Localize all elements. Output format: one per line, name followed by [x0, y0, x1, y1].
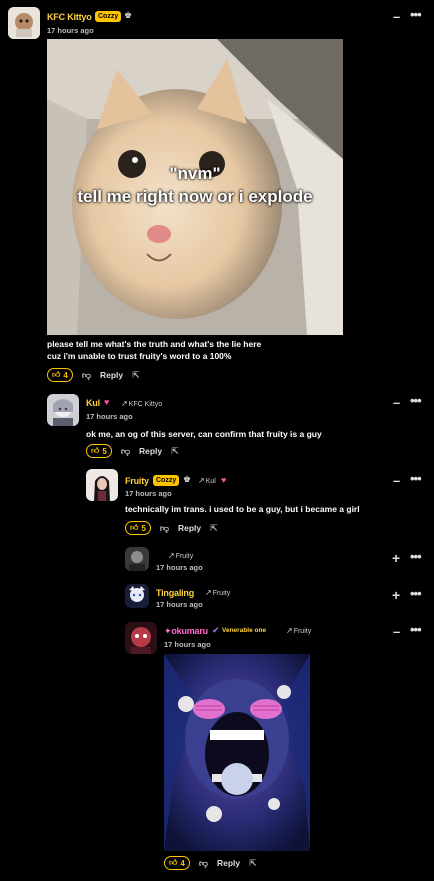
username[interactable]: Fruity: [125, 476, 149, 486]
username[interactable]: Kul: [86, 398, 100, 408]
like-button[interactable]: 👍︎ 5: [86, 444, 112, 458]
staff-icon: ♚: [183, 474, 192, 484]
reply-button[interactable]: Reply: [178, 523, 201, 533]
thumbs-up-icon: 👍︎: [52, 370, 61, 379]
avatar[interactable]: [8, 7, 40, 39]
more-dots-icon[interactable]: •••: [410, 8, 422, 21]
avatar[interactable]: [125, 622, 157, 654]
reply-to-label[interactable]: ↗Fruity: [168, 551, 193, 560]
share-icon[interactable]: ⇱: [249, 858, 257, 869]
comment-actions: 👍︎ 5 👎︎ Reply ⇱: [86, 444, 179, 458]
more-dots-icon[interactable]: •••: [410, 587, 422, 600]
more-dots-icon[interactable]: •••: [410, 472, 422, 485]
thumbs-up-icon: 👍︎: [130, 523, 139, 532]
verified-icon: ✔: [212, 625, 220, 635]
reply-to-label[interactable]: ↗Fruity: [205, 588, 230, 597]
username[interactable]: ✦okumaru: [164, 626, 208, 637]
minus-icon[interactable]: –: [393, 625, 400, 638]
meme-caption-top: "nvm": [169, 164, 221, 183]
minus-icon[interactable]: –: [393, 474, 400, 487]
more-dots-icon[interactable]: •••: [410, 623, 422, 636]
share-icon[interactable]: ⇱: [132, 370, 140, 381]
comment-text-line: ok me, an og of this server, can confirm…: [86, 429, 322, 439]
avatar[interactable]: [47, 394, 79, 426]
attached-image[interactable]: [164, 654, 310, 851]
reply-arrow-icon: ↗: [205, 588, 212, 597]
role-badge: Cozzy: [153, 475, 180, 486]
reply-to-label[interactable]: ↗Kul: [198, 476, 216, 485]
reply-arrow-icon: ↗: [121, 399, 128, 408]
reply-arrow-icon: ↗: [286, 626, 293, 635]
reply-arrow-icon: ↗: [198, 476, 205, 485]
comment-actions: 👍︎ 4 👎︎ Reply ⇱: [164, 856, 257, 870]
heart-icon: ♥: [104, 397, 110, 407]
like-button[interactable]: 👍︎ 5: [125, 521, 151, 535]
meme-caption-bottom: tell me right now or i explode: [77, 187, 313, 206]
like-count: 4: [63, 370, 68, 380]
heart-icon: ♥: [221, 475, 227, 485]
thumbs-down-icon[interactable]: 👎︎: [82, 370, 91, 381]
avatar[interactable]: [86, 469, 118, 501]
thumbs-down-icon[interactable]: 👎︎: [121, 446, 130, 457]
minus-icon[interactable]: –: [393, 396, 400, 409]
like-count: 5: [102, 446, 107, 456]
comment-okumaru: ✦okumaru ✔ Venerable one ↗Fruity 17 hour…: [0, 618, 434, 881]
username[interactable]: KFC Kittyo: [47, 12, 92, 22]
timestamp: 17 hours ago: [125, 489, 172, 498]
comment-text-line: technically im trans. i used to be a guy…: [125, 504, 360, 514]
user-flair: Venerable one: [222, 627, 267, 634]
comment-actions: 👍︎ 5 👎︎ Reply ⇱: [125, 521, 218, 535]
like-button[interactable]: 👍︎ 4: [47, 368, 73, 382]
reply-arrow-icon: ↗: [168, 551, 175, 560]
share-icon[interactable]: ⇱: [171, 446, 179, 457]
thumbs-down-icon[interactable]: 👎︎: [160, 523, 169, 534]
username[interactable]: Tingaling: [156, 588, 194, 598]
reply-button[interactable]: Reply: [217, 858, 240, 868]
comment-collapsed-1[interactable]: ↗Fruity 17 hours ago + •••: [0, 545, 434, 580]
staff-icon: ♚: [124, 10, 133, 20]
timestamp: 17 hours ago: [156, 563, 203, 572]
reply-button[interactable]: Reply: [139, 446, 162, 456]
plus-icon[interactable]: +: [392, 551, 400, 565]
avatar[interactable]: [125, 547, 149, 571]
attached-image[interactable]: "nvm" tell me right now or i explode: [47, 39, 343, 335]
like-count: 5: [141, 523, 146, 533]
more-dots-icon[interactable]: •••: [410, 394, 422, 407]
like-count: 4: [180, 858, 185, 868]
like-button[interactable]: 👍︎ 4: [164, 856, 190, 870]
thumbs-down-icon[interactable]: 👎︎: [199, 858, 208, 869]
timestamp: 17 hours ago: [47, 26, 94, 35]
more-dots-icon[interactable]: •••: [410, 550, 422, 563]
timestamp: 17 hours ago: [86, 412, 133, 421]
timestamp: 17 hours ago: [164, 640, 211, 649]
reply-to-label[interactable]: ↗KFC Kittyo: [121, 399, 162, 408]
comment-kfc-kittyo: KFC Kittyo Cozzy ♚ 17 hours ago – ••• "n…: [0, 0, 434, 390]
thumbs-up-icon: 👍︎: [91, 446, 100, 455]
avatar[interactable]: [125, 584, 149, 608]
plus-icon[interactable]: +: [392, 588, 400, 602]
comment-actions: 👍︎ 4 👎︎ Reply ⇱: [47, 368, 140, 382]
comment-text-line: cuz i'm unable to trust fruity's word to…: [47, 351, 232, 361]
comment-tingaling[interactable]: Tingaling ↗Fruity 17 hours ago + •••: [0, 582, 434, 617]
comment-text-line: please tell me what's the truth and what…: [47, 339, 262, 349]
minus-icon[interactable]: –: [393, 10, 400, 23]
reply-button[interactable]: Reply: [100, 370, 123, 380]
timestamp: 17 hours ago: [156, 600, 203, 609]
thumbs-up-icon: 👍︎: [169, 858, 178, 867]
comment-fruity: Fruity Cozzy ♚ ↗Kul ♥ 17 hours ago – •••…: [0, 465, 434, 545]
share-icon[interactable]: ⇱: [210, 523, 218, 534]
reply-to-label[interactable]: ↗Fruity: [286, 626, 311, 635]
role-badge: Cozzy: [95, 11, 122, 22]
comment-kul: Kul ♥ ↗KFC Kittyo 17 hours ago – ••• ok …: [0, 390, 434, 465]
